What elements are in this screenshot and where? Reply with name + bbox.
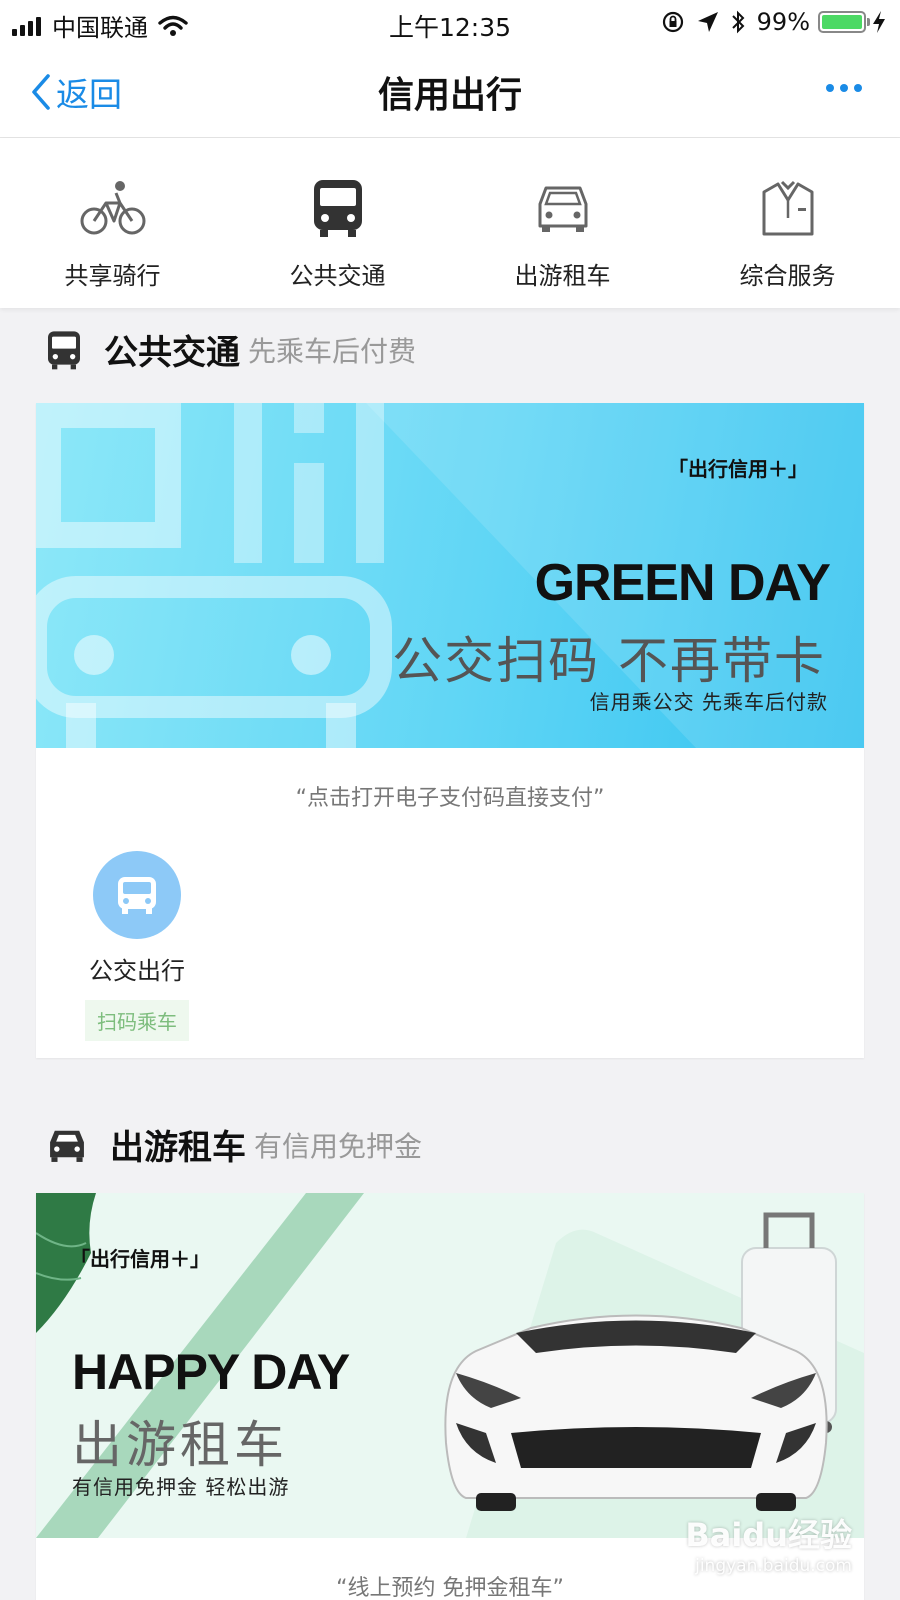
tab-general-services[interactable]: 综合服务 bbox=[675, 138, 900, 308]
bus-icon bbox=[313, 180, 362, 237]
status-right: 99% bbox=[661, 8, 886, 36]
banner-headline: HAPPY DAY bbox=[72, 1344, 350, 1400]
nav-bar: 返回 信用出行 bbox=[0, 44, 900, 138]
tab-shared-cycling[interactable]: 共享骑行 bbox=[0, 138, 225, 308]
car-icon bbox=[50, 1130, 84, 1162]
banner-tag: 「出行信用＋」 bbox=[70, 1247, 210, 1271]
battery-percent: 99% bbox=[756, 8, 810, 36]
tab-label: 公共交通 bbox=[289, 262, 386, 290]
service-label: 公交出行 bbox=[89, 957, 185, 985]
rental-banner[interactable]: 「出行信用＋」 HAPPY DAY 出游租车 有信用免押金 轻松出游 bbox=[36, 1193, 864, 1538]
transit-section-header: 公共交通 先乘车后付费 bbox=[46, 325, 416, 374]
banner-slogan: 公交扫码 不再带卡 bbox=[392, 632, 826, 690]
bus-icon bbox=[118, 877, 156, 914]
status-bar: 中国联通 上午12:35 99% bbox=[0, 0, 900, 44]
banner-tag: 「出行信用＋」 bbox=[668, 457, 808, 481]
tab-label: 共享骑行 bbox=[64, 262, 161, 290]
charging-icon bbox=[873, 11, 885, 33]
banner-subtext: 信用乘公交 先乘车后付款 bbox=[589, 690, 828, 714]
page-title: 信用出行 bbox=[377, 75, 522, 116]
watermark-brand: Baidu经验 bbox=[685, 1516, 852, 1554]
section-title: 公共交通 bbox=[104, 333, 240, 373]
battery-icon bbox=[818, 11, 870, 33]
tab-label: 出游租车 bbox=[514, 262, 611, 290]
location-arrow-icon bbox=[697, 12, 718, 32]
section-subtitle: 先乘车后付费 bbox=[248, 334, 417, 368]
category-tabs: 共享骑行 公共交通 出游租车 综合服务 bbox=[0, 138, 900, 308]
more-dots-icon[interactable] bbox=[820, 84, 862, 92]
tab-public-transit[interactable]: 公共交通 bbox=[225, 138, 450, 308]
section-title: 出游租车 bbox=[110, 1128, 246, 1168]
card-caption: “点击打开电子支付码直接支付” bbox=[295, 786, 605, 811]
section-subtitle: 有信用免押金 bbox=[254, 1129, 423, 1163]
banner-subtext: 有信用免押金 轻松出游 bbox=[72, 1475, 290, 1499]
car-icon bbox=[538, 186, 587, 232]
service-icon-circle bbox=[93, 851, 181, 939]
rotation-lock-icon bbox=[662, 11, 683, 33]
watermark-url: jingyan.baidu.com bbox=[695, 1556, 852, 1576]
service-badge: 扫码乘车 bbox=[85, 1000, 189, 1041]
banner-headline: GREEN DAY bbox=[534, 554, 831, 612]
baidu-watermark: Baidu经验 jingyan.baidu.com bbox=[685, 1510, 852, 1576]
tab-label: 综合服务 bbox=[739, 262, 836, 290]
suit-icon bbox=[762, 180, 813, 236]
bus-travel-service[interactable]: 公交出行 扫码乘车 bbox=[82, 851, 192, 1041]
rental-section-header: 出游租车 有信用免押金 bbox=[46, 1120, 422, 1169]
transit-card: 「出行信用＋」 GREEN DAY 公交扫码 不再带卡 信用乘公交 先乘车后付款… bbox=[36, 403, 864, 1058]
transit-banner[interactable]: 「出行信用＋」 GREEN DAY 公交扫码 不再带卡 信用乘公交 先乘车后付款 bbox=[36, 403, 864, 748]
bus-icon bbox=[48, 330, 80, 369]
tab-car-rental[interactable]: 出游租车 bbox=[450, 138, 675, 308]
bluetooth-icon bbox=[731, 10, 745, 34]
banner-slogan: 出游租车 bbox=[72, 1416, 288, 1474]
bicycle-icon bbox=[80, 181, 145, 235]
